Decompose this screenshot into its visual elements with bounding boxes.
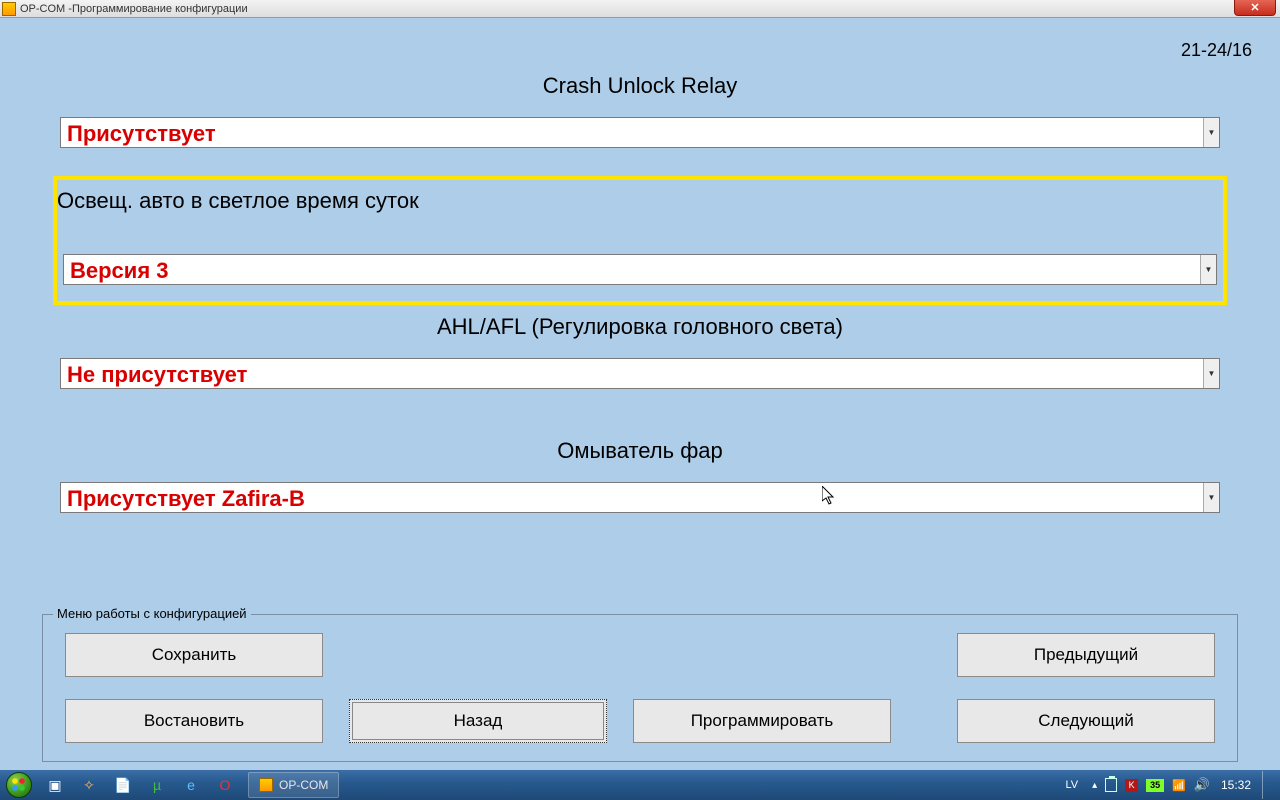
windows-logo-icon — [6, 772, 32, 798]
spacer — [633, 633, 891, 677]
tray-chevron-icon[interactable]: ▴ — [1092, 780, 1097, 791]
dropdown-value: Присутствует Zafira-B — [61, 483, 1203, 512]
page-indicator: 21-24/16 — [1181, 40, 1252, 61]
dropdown-value: Присутствует — [61, 118, 1203, 147]
window-title: OP-COM -Программирование конфигурации — [20, 3, 248, 15]
network-icon[interactable]: 📶 — [1172, 779, 1186, 792]
chevron-down-icon: ▼ — [1203, 359, 1219, 388]
save-button[interactable]: Сохранить — [65, 633, 323, 677]
button-row-1: Сохранить Предыдущий — [65, 633, 1215, 677]
client-area: 21-24/16 Crash Unlock Relay Присутствует… — [0, 18, 1280, 770]
button-row-2: Востановить Назад Программировать Следую… — [65, 699, 1215, 743]
config-menu-legend: Меню работы с конфигурацией — [53, 606, 251, 621]
start-button[interactable] — [0, 770, 38, 800]
section-label: AHL/AFL (Регулировка головного света) — [60, 314, 1220, 340]
close-button[interactable]: ✕ — [1234, 0, 1276, 16]
dropdown-headlight-washer[interactable]: Присутствует Zafira-B ▼ — [60, 482, 1220, 513]
taskbar-app-opcom[interactable]: OP-COM — [248, 772, 339, 798]
kaspersky-icon[interactable]: K — [1125, 779, 1138, 792]
taskbar-icon-ie[interactable]: e — [178, 774, 204, 796]
battery-icon[interactable] — [1105, 778, 1117, 792]
section-crash-unlock: Crash Unlock Relay Присутствует ▼ — [60, 73, 1220, 148]
section-label: Освещ. авто в светлое время суток — [57, 188, 1223, 214]
taskbar: ▣ ✧ 📄 µ e O OP-COM LV ▴ K 35 📶 🔊 15:32 — [0, 770, 1280, 800]
section-ahl-afl: AHL/AFL (Регулировка головного света) Не… — [60, 314, 1220, 389]
chevron-down-icon: ▼ — [1200, 255, 1216, 284]
taskbar-icon-opera[interactable]: O — [212, 774, 238, 796]
section-headlight-washer: Омыватель фар Присутствует Zafira-B ▼ — [60, 438, 1220, 513]
prev-button[interactable]: Предыдущий — [957, 633, 1215, 677]
close-icon: ✕ — [1250, 1, 1259, 14]
app-icon — [259, 778, 273, 792]
show-desktop-button[interactable] — [1262, 771, 1272, 799]
dropdown-value: Не присутствует — [61, 359, 1203, 388]
dropdown-crash-unlock[interactable]: Присутствует ▼ — [60, 117, 1220, 148]
taskbar-icon-utorrent[interactable]: µ — [144, 774, 170, 796]
app-icon — [2, 2, 16, 16]
tray-badge[interactable]: 35 — [1146, 779, 1164, 792]
config-menu-fieldset: Меню работы с конфигурацией Сохранить Пр… — [42, 614, 1238, 762]
chevron-down-icon: ▼ — [1203, 483, 1219, 512]
next-button[interactable]: Следующий — [957, 699, 1215, 743]
taskbar-icon-1[interactable]: ▣ — [42, 774, 68, 796]
clock[interactable]: 15:32 — [1218, 778, 1254, 792]
section-label: Омыватель фар — [60, 438, 1220, 464]
spacer — [349, 633, 607, 677]
taskbar-app-label: OP-COM — [279, 778, 328, 792]
restore-button[interactable]: Востановить — [65, 699, 323, 743]
dropdown-value: Версия 3 — [64, 255, 1200, 284]
section-label: Crash Unlock Relay — [60, 73, 1220, 99]
volume-icon[interactable]: 🔊 — [1194, 777, 1210, 793]
dropdown-ahl-afl[interactable]: Не присутствует ▼ — [60, 358, 1220, 389]
window-titlebar: OP-COM -Программирование конфигурации ✕ — [0, 0, 1280, 18]
system-tray: LV ▴ K 35 📶 🔊 15:32 — [1065, 771, 1280, 799]
section-daylight-highlight: Освещ. авто в светлое время суток Версия… — [53, 176, 1227, 305]
chevron-down-icon: ▼ — [1203, 118, 1219, 147]
dropdown-daylight[interactable]: Версия 3 ▼ — [63, 254, 1217, 285]
taskbar-icon-2[interactable]: ✧ — [76, 774, 102, 796]
language-indicator[interactable]: LV — [1065, 779, 1078, 791]
program-button[interactable]: Программировать — [633, 699, 891, 743]
taskbar-icon-3[interactable]: 📄 — [110, 774, 136, 796]
back-button[interactable]: Назад — [349, 699, 607, 743]
